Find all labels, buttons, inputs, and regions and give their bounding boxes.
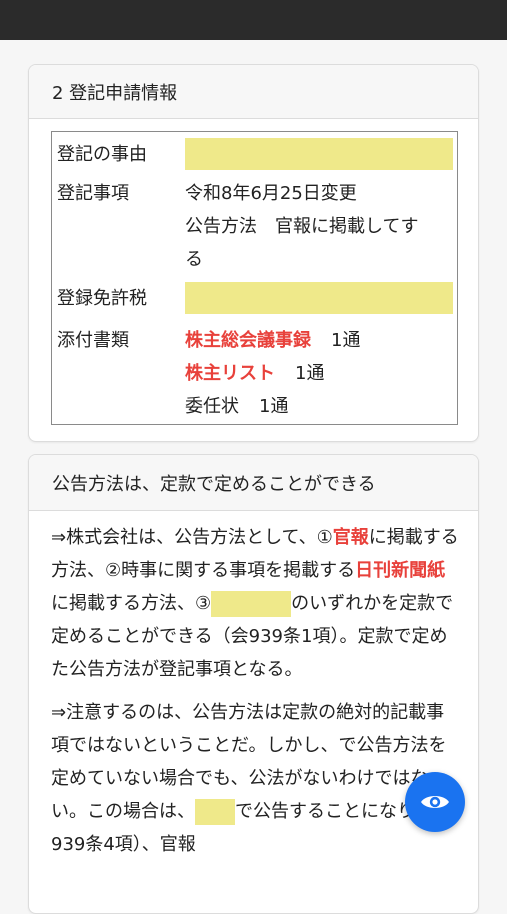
registration-table: 登記の事由 登記事項 令和8年6月25日変更 公告方法 官報に掲載してす る 登…: [51, 131, 458, 425]
attachment-list: 株主総会議事録 1通 株主リスト 1通 委任状 1通: [185, 324, 453, 423]
top-app-bar: [0, 0, 507, 40]
row-label: 登記事項: [57, 183, 129, 204]
public-notice-card: 公告方法は、定款で定めることができる ⇒株式会社は、公告方法として、①官報に掲載…: [28, 454, 479, 914]
row-label: 登記の事由: [57, 144, 147, 165]
card-title: 2 登記申請情報: [29, 65, 478, 119]
hidden-answer-highlight[interactable]: [195, 799, 235, 825]
card-title: 公告方法は、定款で定めることができる: [29, 455, 478, 511]
paragraph-2: ⇒注意するのは、公告方法は定款の絶対的記載事項ではないということだ。しかし、で公…: [51, 702, 451, 855]
hidden-answer-highlight[interactable]: [185, 282, 453, 314]
eye-icon: [421, 796, 449, 808]
hidden-answer-highlight[interactable]: [185, 138, 453, 170]
attachment-item: 委任状 1通: [185, 396, 289, 417]
attachment-item: 株主総会議事録 1通: [185, 330, 361, 351]
toggle-answers-button[interactable]: [405, 772, 465, 832]
row-label: 添付書類: [57, 330, 129, 351]
paragraph-1: ⇒株式会社は、公告方法として、①官報に掲載する方法、②時事に関する事項を掲載する…: [51, 527, 459, 680]
explanation-text: ⇒株式会社は、公告方法として、①官報に掲載する方法、②時事に関する事項を掲載する…: [51, 521, 461, 871]
registration-info-card: 2 登記申請情報 登記の事由 登記事項 令和8年6月25日変更 公告方法 官報に…: [28, 64, 479, 442]
hidden-answer-highlight[interactable]: [211, 591, 292, 617]
row-value: 令和8年6月25日変更 公告方法 官報に掲載してす る: [185, 183, 419, 270]
row-label: 登録免許税: [57, 288, 147, 309]
attachment-item: 株主リスト 1通: [185, 363, 325, 384]
